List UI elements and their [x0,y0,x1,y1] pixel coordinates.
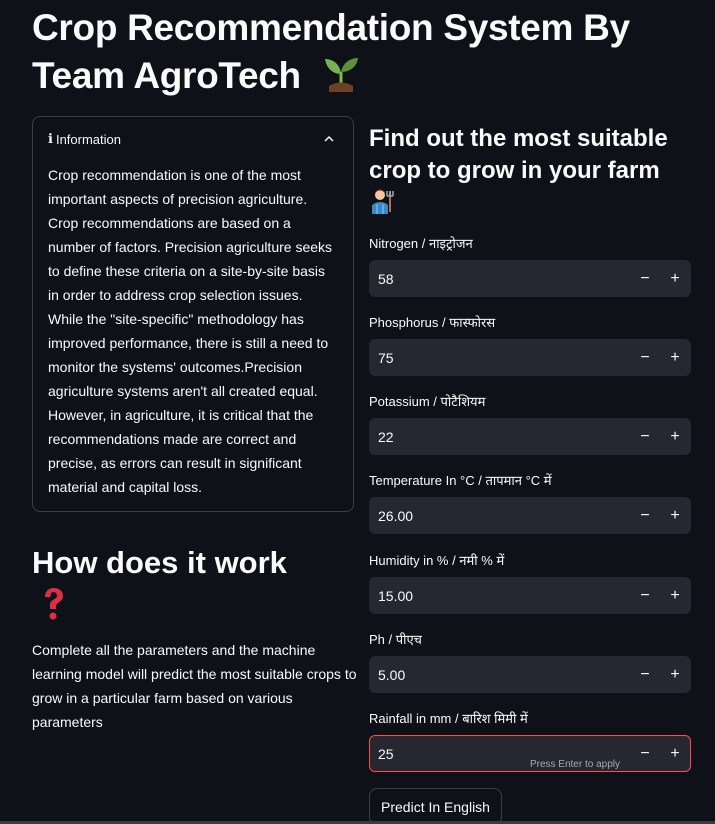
information-expander-title: ℹ Information [48,131,121,147]
question-mark-icon [45,588,63,620]
rainfall-increment-button[interactable]: + [660,736,690,771]
how-it-works-heading: How does it work [32,542,332,622]
potassium-field: Potassium / पोटैशियम − + [369,391,691,455]
nitrogen-label: Nitrogen / नाइट्रोजन [369,236,473,251]
page-title: Crop Recommendation System By Team AgroT… [32,4,692,100]
humidity-decrement-button[interactable]: − [630,578,660,613]
ph-increment-button[interactable]: + [660,657,690,692]
information-text: Crop recommendation is one of the most i… [48,167,333,495]
humidity-input[interactable] [370,578,630,613]
info-icon: ℹ [48,131,53,146]
phosphorus-increment-button[interactable]: + [660,340,690,375]
nitrogen-field: Nitrogen / नाइट्रोजन − + [369,233,691,297]
temperature-label: Temperature In °C / तापमान °C में [369,473,552,488]
form-heading-text: Find out the most suitable crop to grow … [369,125,668,184]
rainfall-number-input[interactable]: Press Enter to apply − + [369,735,691,772]
phosphorus-input[interactable] [370,340,630,375]
phosphorus-number-input[interactable]: − + [369,339,691,376]
predict-english-button[interactable]: Predict In English [369,788,502,824]
humidity-number-input[interactable]: − + [369,577,691,614]
seedling-icon [324,58,358,92]
potassium-input[interactable] [370,419,630,454]
phosphorus-field: Phosphorus / फास्फोरस − + [369,312,691,376]
form-heading: Find out the most suitable crop to grow … [369,123,689,219]
temperature-number-input[interactable]: − + [369,497,691,534]
nitrogen-number-input[interactable]: − + [369,260,691,297]
ph-field: Ph / पीएच − + [369,629,691,693]
information-expander-label: Information [55,131,121,147]
how-it-works-text: Complete all the parameters and the mach… [32,642,357,730]
rainfall-decrement-button[interactable]: − [630,736,660,771]
phosphorus-decrement-button[interactable]: − [630,340,660,375]
temperature-increment-button[interactable]: + [660,498,690,533]
information-expander-header[interactable]: ℹ Information [33,117,353,161]
humidity-increment-button[interactable]: + [660,578,690,613]
potassium-increment-button[interactable]: + [660,419,690,454]
nitrogen-input[interactable] [370,261,630,296]
ph-label: Ph / पीएच [369,632,422,647]
temperature-field: Temperature In °C / तापमान °C में − + [369,470,691,534]
rainfall-label: Rainfall in mm / बारिश मिमी में [369,711,528,726]
press-enter-hint: Press Enter to apply [529,759,620,770]
humidity-label: Humidity in % / नमी % में [369,553,505,568]
potassium-number-input[interactable]: − + [369,418,691,455]
temperature-decrement-button[interactable]: − [630,498,660,533]
potassium-decrement-button[interactable]: − [630,419,660,454]
chevron-up-icon[interactable] [323,133,335,145]
humidity-field: Humidity in % / नमी % में − + [369,550,691,614]
how-it-works-title: How does it work [32,545,287,580]
potassium-label: Potassium / पोटैशियम [369,394,486,409]
ph-decrement-button[interactable]: − [630,657,660,692]
rainfall-field: Rainfall in mm / बारिश मिमी में Press En… [369,708,691,772]
phosphorus-label: Phosphorus / फास्फोरस [369,315,496,330]
information-expander: ℹ Information Crop recommendation is one… [32,116,354,512]
nitrogen-decrement-button[interactable]: − [630,261,660,296]
ph-input[interactable] [370,657,630,692]
nitrogen-increment-button[interactable]: + [660,261,690,296]
farmer-icon [372,189,394,214]
ph-number-input[interactable]: − + [369,656,691,693]
temperature-input[interactable] [370,498,630,533]
